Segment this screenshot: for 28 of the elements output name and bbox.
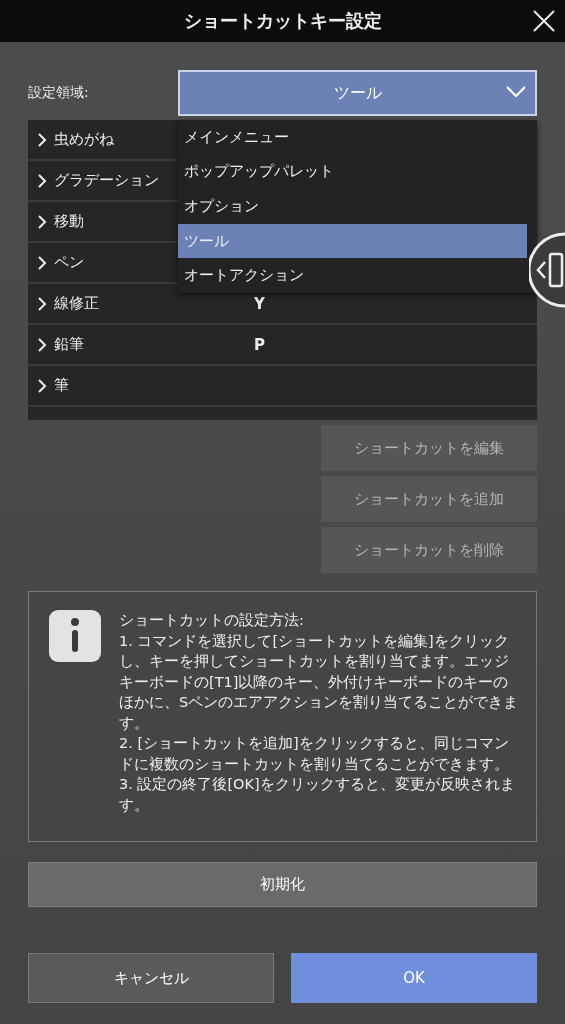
side-handle-icon[interactable] [529, 232, 565, 308]
command-name: 線修正 [54, 294, 99, 313]
cancel-button[interactable]: キャンセル [28, 953, 274, 1003]
area-dropdown[interactable]: ツール [178, 70, 537, 116]
command-name: 移動 [54, 212, 84, 231]
chevron-right-icon [36, 377, 48, 394]
chevron-right-icon [36, 172, 48, 189]
command-name: 虫めがね [54, 130, 114, 149]
area-label: 設定領域: [28, 84, 90, 102]
chevron-down-icon [505, 85, 527, 99]
command-name: 筆 [54, 376, 69, 395]
dropdown-option[interactable]: ポップアップパレット [178, 154, 527, 190]
reset-button[interactable]: 初期化 [28, 862, 537, 907]
chevron-right-icon [36, 254, 48, 271]
command-name: ペン [54, 253, 84, 272]
command-name: 鉛筆 [54, 335, 84, 354]
window-title: ショートカットキー設定 [183, 9, 382, 33]
chevron-right-icon [36, 336, 48, 353]
shortcut-key: P [254, 335, 265, 354]
info-text: ショートカットの設定方法: 1. コマンドを選択して[ショートカットを編集]をクリックし、キーを押してショートカットを割り当てます。エッジキーボードの[T1]以降のキー、外付けキーボードのキーのほかに、Sペンのエアアクションを割り当てることができます。 2. [ショートカットを追加]をクリックすると、同じコマンドに複数のショートカットを割り当てることができます。 3. 設定の終了後[OK]をクリックすると、変更が反映されます。 [119, 611, 520, 815]
chevron-right-icon [36, 295, 48, 312]
shortcut-key: Y [254, 294, 265, 313]
dropdown-option[interactable]: メインメニュー [178, 120, 527, 155]
dropdown-option[interactable]: オプション [178, 189, 527, 224]
chevron-right-icon [36, 213, 48, 230]
command-name: グラデーション [54, 171, 159, 190]
info-icon [49, 610, 101, 662]
chevron-right-icon [36, 131, 48, 148]
